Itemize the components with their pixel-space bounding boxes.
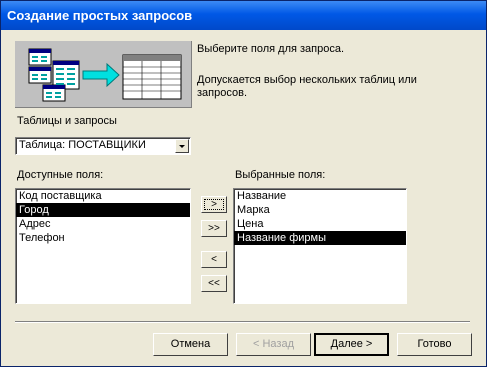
list-item-selected[interactable]: Город (16, 203, 190, 217)
tables-label: Таблицы и запросы (17, 115, 117, 127)
list-item[interactable]: Название (234, 189, 406, 203)
dialog-body: Выберите поля для запроса. Допускается в… (4, 30, 483, 363)
add-all-button[interactable]: >> (201, 220, 227, 237)
tables-combobox[interactable]: Таблица: ПОСТАВЩИКИ (15, 137, 191, 155)
cancel-button[interactable]: Отмена (153, 333, 228, 356)
list-item[interactable]: Код поставщика (16, 189, 190, 203)
next-button[interactable]: Далее > (314, 333, 389, 356)
wizard-window: Создание простых запросов Выберите поля … (0, 0, 487, 367)
available-fields-list[interactable]: Код поставщика Город Адрес Телефон (15, 188, 191, 304)
separator (15, 321, 470, 323)
list-item-selected[interactable]: Название фирмы (234, 231, 406, 245)
intro-note: Допускается выбор нескольких таблиц или … (197, 74, 417, 99)
list-item[interactable]: Марка (234, 203, 406, 217)
list-item[interactable]: Адрес (16, 217, 190, 231)
intro-text: Выберите поля для запроса. (197, 43, 345, 55)
add-one-button[interactable]: > (201, 196, 227, 213)
available-fields-label: Доступные поля: (17, 169, 104, 181)
back-button[interactable]: < Назад (236, 333, 311, 356)
remove-all-button[interactable]: << (201, 275, 227, 292)
list-item[interactable]: Телефон (16, 231, 190, 245)
list-item[interactable]: Цена (234, 217, 406, 231)
tables-combobox-value: Таблица: ПОСТАВЩИКИ (19, 139, 146, 151)
selected-fields-label: Выбранные поля: (235, 169, 326, 181)
finish-button[interactable]: Готово (397, 333, 472, 356)
chevron-down-icon[interactable] (175, 139, 189, 153)
tables-to-query-icon (28, 48, 182, 102)
remove-one-button[interactable]: < (201, 251, 227, 268)
title-bar[interactable]: Создание простых запросов (1, 1, 486, 30)
selected-fields-list[interactable]: Название Марка Цена Название фирмы (233, 188, 407, 304)
wizard-illustration (15, 41, 192, 108)
window-title: Создание простых запросов (7, 8, 193, 23)
